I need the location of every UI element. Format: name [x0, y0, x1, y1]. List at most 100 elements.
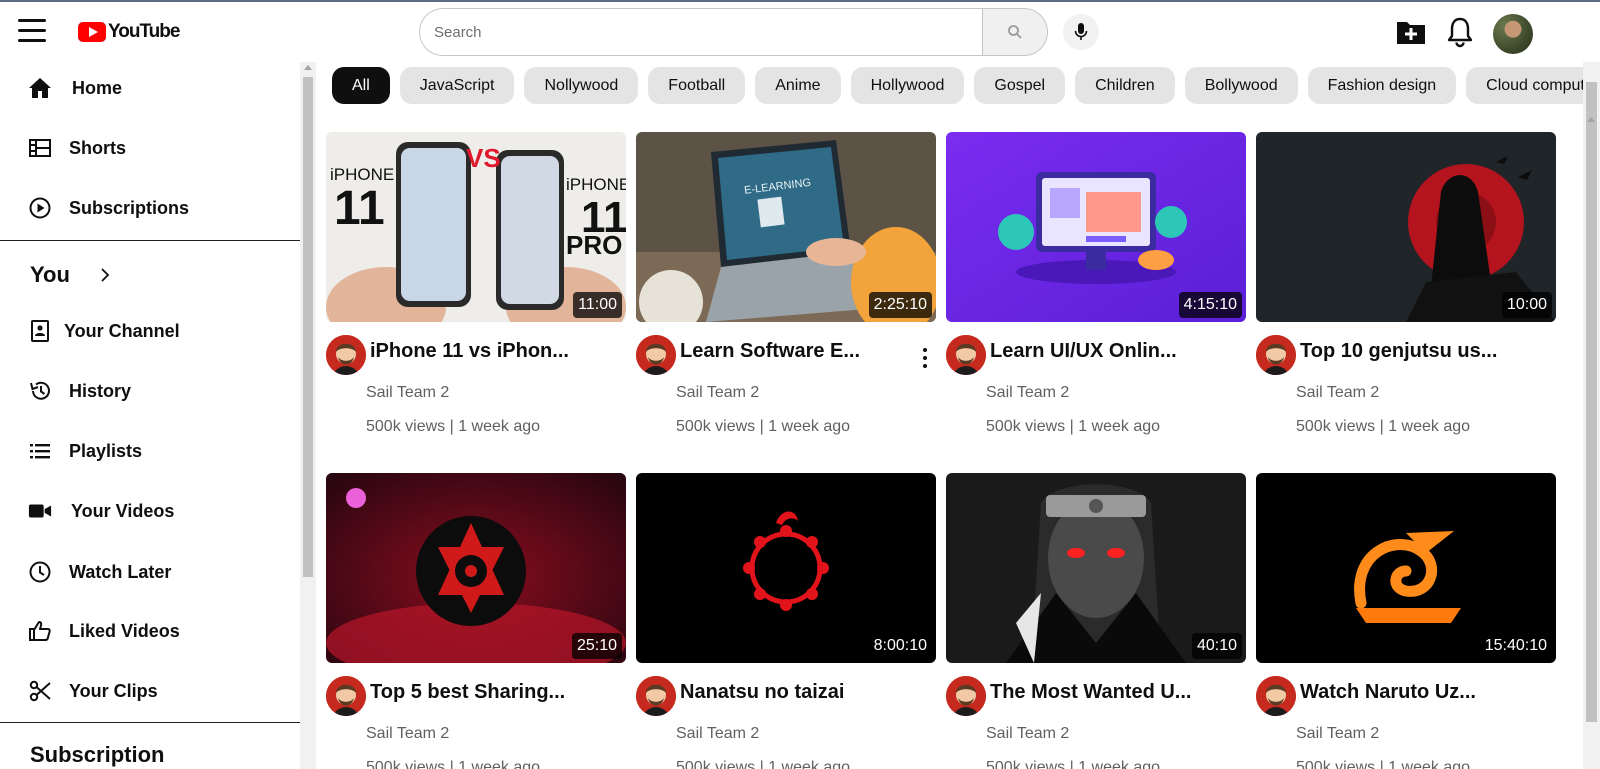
sidebar-item-your-channel[interactable]: Your Channel — [0, 305, 300, 357]
video-thumbnail[interactable]: 8:00:10 — [636, 473, 936, 663]
video-thumbnail[interactable]: 4:15:10 — [946, 132, 1246, 322]
channel-avatar[interactable] — [636, 335, 676, 375]
video-title[interactable]: Top 5 best Sharing... — [370, 681, 620, 704]
main-scrollbar-thumb[interactable] — [1586, 82, 1597, 722]
video-thumbnail[interactable]: E-LEARNING 2:25:10 — [636, 132, 936, 322]
channel-avatar[interactable] — [1256, 676, 1296, 716]
chip-fashion-design[interactable]: Fashion design — [1307, 67, 1457, 104]
clock-icon — [28, 560, 52, 584]
search-input[interactable] — [419, 8, 982, 56]
sidebar-scrollbar-thumb[interactable] — [303, 77, 313, 577]
video-meta: 500k views | 1 week ago — [1296, 759, 1471, 769]
channel-avatar[interactable] — [636, 676, 676, 716]
video-meta: 500k views | 1 week ago — [366, 418, 541, 435]
subscription-heading: Subscription — [30, 742, 165, 767]
sidebar-item-label: Your Clips — [69, 680, 158, 701]
chip-nollywood[interactable]: Nollywood — [524, 67, 639, 104]
channel-name[interactable]: Sail Team 2 — [986, 384, 1069, 402]
channel-avatar[interactable] — [946, 335, 986, 375]
sidebar-scrollbar[interactable] — [300, 62, 316, 769]
video-card: 8:00:10 Nanatsu no taizai Sail Team 2 50… — [636, 473, 936, 769]
video-card: 25:10 Top 5 best Sharing... Sail Team 2 … — [326, 473, 626, 769]
chip-all[interactable]: All — [332, 67, 390, 104]
voice-search-button[interactable] — [1063, 14, 1099, 50]
more-options-icon[interactable] — [920, 346, 930, 374]
chip-javascript[interactable]: JavaScript — [399, 67, 515, 104]
video-thumbnail[interactable]: 25:10 — [326, 473, 626, 663]
video-card: 4:15:10 Learn UI/UX Onlin... Sail Team 2… — [946, 132, 1246, 442]
subscriptions-icon — [28, 196, 52, 220]
sidebar-item-your-clips[interactable]: Your Clips — [0, 665, 300, 717]
video-thumbnail[interactable]: 40:10 — [946, 473, 1246, 663]
playlists-icon — [28, 439, 52, 463]
video-duration: 8:00:10 — [868, 633, 932, 659]
scroll-up-arrow-icon[interactable] — [304, 65, 312, 70]
video-thumbnail[interactable]: iPHONE 11 VS iPHONE 11 PRO 11:00 — [326, 132, 626, 322]
video-duration: 25:10 — [571, 633, 622, 659]
scissors-icon — [28, 679, 52, 703]
you-heading: You — [30, 262, 70, 287]
sidebar-item-playlists[interactable]: Playlists — [0, 425, 300, 477]
notifications-button[interactable] — [1445, 16, 1475, 48]
video-title[interactable]: Nanatsu no taizai — [680, 681, 930, 704]
youtube-logo[interactable]: YouTube — [78, 21, 180, 43]
chip-hollywood[interactable]: Hollywood — [850, 67, 965, 104]
video-camera-icon — [28, 499, 52, 523]
video-title[interactable]: The Most Wanted U... — [990, 681, 1240, 704]
create-video-icon — [1397, 22, 1425, 44]
thumb-label: iPHONE — [566, 175, 626, 194]
chip-gospel[interactable]: Gospel — [974, 67, 1066, 104]
channel-name[interactable]: Sail Team 2 — [366, 725, 449, 743]
sidebar-item-shorts[interactable]: Shorts — [0, 122, 300, 174]
video-thumbnail[interactable]: 15:40:10 — [1256, 473, 1556, 663]
bell-icon — [1447, 17, 1473, 48]
video-title[interactable]: Learn UI/UX Onlin... — [990, 340, 1240, 363]
video-title[interactable]: iPhone 11 vs iPhon... — [370, 340, 620, 363]
menu-icon[interactable] — [18, 19, 46, 43]
channel-avatar[interactable] — [326, 676, 366, 716]
create-button[interactable] — [1395, 18, 1427, 46]
chip-children[interactable]: Children — [1075, 67, 1175, 104]
video-duration: 11:00 — [573, 292, 622, 318]
channel-name[interactable]: Sail Team 2 — [676, 384, 759, 402]
account-avatar[interactable] — [1493, 14, 1533, 54]
video-title[interactable]: Top 10 genjutsu us... — [1300, 340, 1550, 363]
channel-avatar[interactable] — [326, 335, 366, 375]
channel-name[interactable]: Sail Team 2 — [676, 725, 759, 743]
channel-name[interactable]: Sail Team 2 — [1296, 384, 1379, 402]
video-duration: 40:10 — [1191, 633, 1242, 659]
video-card: 10:00 Top 10 genjutsu us... Sail Team 2 … — [1256, 132, 1556, 442]
chip-football[interactable]: Football — [648, 67, 746, 104]
scroll-up-arrow-icon[interactable] — [1587, 117, 1595, 122]
search-button[interactable] — [982, 8, 1048, 56]
sidebar-item-subscriptions[interactable]: Subscriptions — [0, 182, 300, 234]
sidebar-item-your-videos[interactable]: Your Videos — [0, 485, 300, 537]
sidebar-item-home[interactable]: Home — [0, 62, 300, 114]
you-section-header[interactable]: You — [30, 262, 110, 288]
channel-avatar[interactable] — [946, 676, 986, 716]
video-meta: 500k views | 1 week ago — [1296, 418, 1471, 435]
video-title[interactable]: Learn Software E... — [680, 340, 910, 363]
youtube-play-icon — [78, 22, 106, 42]
search-box — [419, 8, 1049, 56]
channel-name[interactable]: Sail Team 2 — [986, 725, 1069, 743]
video-card: iPHONE 11 VS iPHONE 11 PRO 11:00 iPhone … — [326, 132, 626, 442]
sidebar-item-label: Playlists — [69, 440, 143, 461]
chip-cloud-computing[interactable]: Cloud computing — [1466, 67, 1583, 104]
video-meta: 500k views | 1 week ago — [676, 759, 851, 769]
sidebar-item-watch-later[interactable]: Watch Later — [0, 546, 300, 598]
video-title[interactable]: Watch Naruto Uz... — [1300, 681, 1550, 704]
channel-avatar[interactable] — [1256, 335, 1296, 375]
sidebar-item-liked-videos[interactable]: Liked Videos — [0, 605, 300, 657]
sidebar-item-label: Watch Later — [69, 561, 172, 582]
chevron-right-icon — [101, 268, 110, 282]
video-card: 15:40:10 Watch Naruto Uz... Sail Team 2 … — [1256, 473, 1556, 769]
chip-bollywood[interactable]: Bollywood — [1184, 67, 1298, 104]
main-scrollbar[interactable] — [1583, 62, 1600, 769]
channel-name[interactable]: Sail Team 2 — [1296, 725, 1379, 743]
video-thumbnail[interactable]: 10:00 — [1256, 132, 1556, 322]
chip-anime[interactable]: Anime — [755, 67, 841, 104]
channel-name[interactable]: Sail Team 2 — [366, 384, 449, 402]
history-icon — [28, 379, 52, 403]
sidebar-item-history[interactable]: History — [0, 365, 300, 417]
